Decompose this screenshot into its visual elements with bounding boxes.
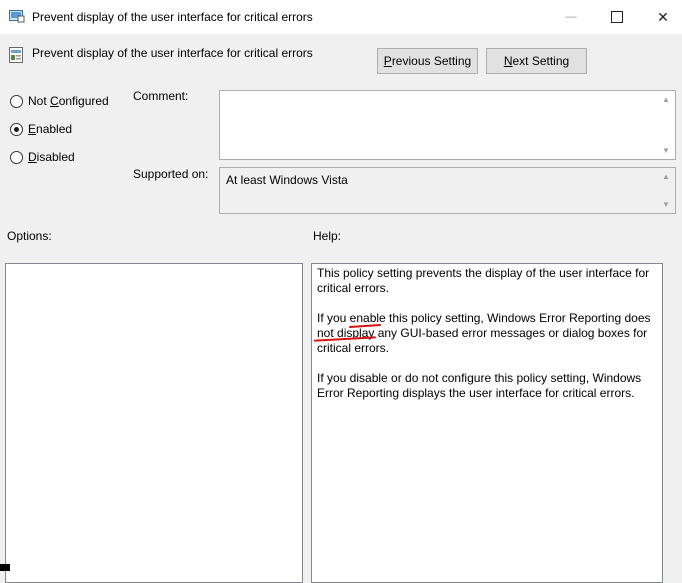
radio-label: Enabled <box>28 122 72 136</box>
close-icon: ✕ <box>657 8 669 25</box>
help-paragraph: If you enable this policy setting, Windo… <box>317 311 651 355</box>
group-policy-app-icon <box>9 10 25 23</box>
next-setting-label: Next Setting <box>504 54 569 68</box>
help-paragraph: This policy setting prevents the display… <box>317 266 650 295</box>
minimize-button[interactable]: — <box>548 0 594 34</box>
scroll-down-icon[interactable]: ▼ <box>662 200 670 209</box>
minimize-icon: — <box>565 11 577 23</box>
help-panel: This policy setting prevents the display… <box>311 263 663 583</box>
label-accel: E <box>28 122 37 136</box>
previous-rest: revious Setting <box>391 54 472 68</box>
scroll-up-icon[interactable]: ▲ <box>662 95 670 104</box>
label-part: isabled <box>36 150 75 164</box>
previous-accel: P <box>383 54 392 68</box>
label-part: onfigured <box>58 94 109 108</box>
corner-mark <box>0 564 10 571</box>
policy-name: Prevent display of the user interface fo… <box>32 46 313 60</box>
comment-textarea[interactable]: ▲ ▼ <box>219 90 676 160</box>
label-accel: C <box>50 94 59 108</box>
radio-disabled[interactable]: Disabled <box>10 150 75 164</box>
comment-label: Comment: <box>133 89 189 103</box>
options-panel <box>5 263 303 583</box>
previous-setting-label: Previous Setting <box>384 54 471 68</box>
supported-scrollbar[interactable]: ▲ ▼ <box>658 168 675 213</box>
maximize-icon <box>611 11 623 23</box>
radio-circle-selected <box>10 122 23 136</box>
options-label: Options: <box>7 229 52 243</box>
next-rest: ext Setting <box>512 54 570 68</box>
radio-circle <box>10 150 23 164</box>
radio-circle <box>10 94 23 108</box>
help-paragraph: If you disable or do not configure this … <box>317 371 642 400</box>
label-accel: D <box>28 150 37 164</box>
label-part: nabled <box>36 122 73 136</box>
maximize-button[interactable] <box>594 0 640 34</box>
supported-on-value: At least Windows Vista <box>226 173 348 187</box>
help-label: Help: <box>313 229 342 243</box>
close-button[interactable]: ✕ <box>640 0 682 34</box>
radio-label: Not Configured <box>28 94 109 108</box>
previous-setting-button[interactable]: Previous Setting <box>377 48 478 74</box>
scroll-down-icon[interactable]: ▼ <box>662 146 670 155</box>
supported-on-box: At least Windows Vista ▲ ▼ <box>219 167 676 214</box>
policy-setting-icon <box>9 47 23 63</box>
radio-label: Disabled <box>28 150 75 164</box>
comment-scrollbar[interactable]: ▲ ▼ <box>658 91 675 159</box>
radio-not-configured[interactable]: Not Configured <box>10 94 109 108</box>
supported-on-label: Supported on: <box>133 167 209 181</box>
scroll-up-icon[interactable]: ▲ <box>662 172 670 181</box>
next-setting-button[interactable]: Next Setting <box>486 48 587 74</box>
radio-enabled[interactable]: Enabled <box>10 122 72 136</box>
window-title: Prevent display of the user interface fo… <box>32 10 313 24</box>
label-part: Not <box>28 94 51 108</box>
